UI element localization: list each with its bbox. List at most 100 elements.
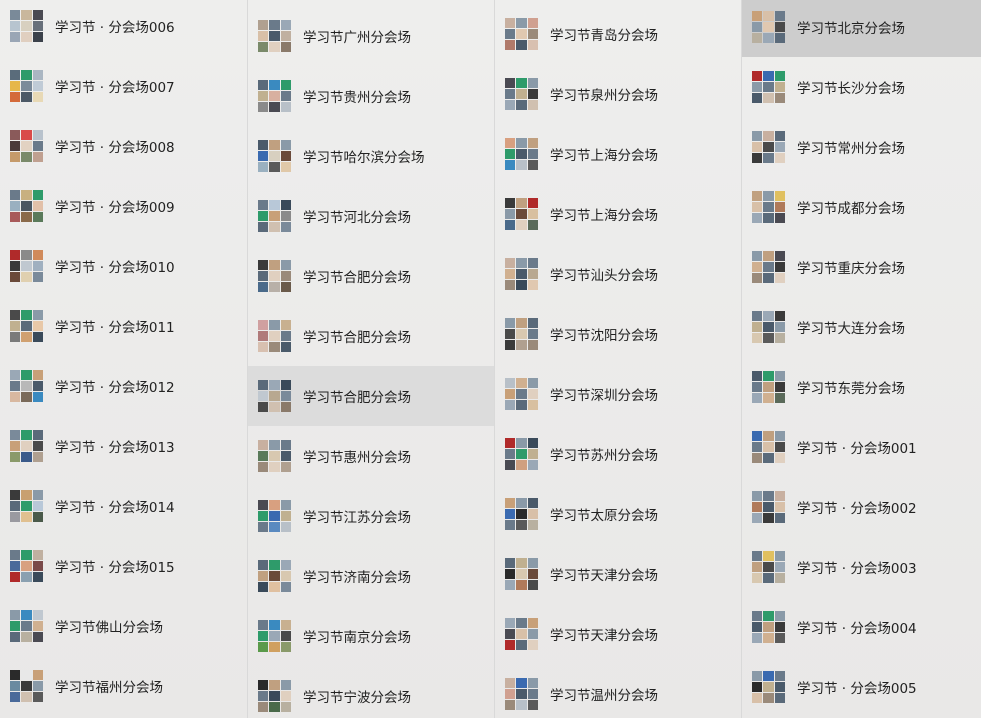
group-chat-item[interactable]: 学习节东莞分会场: [742, 357, 981, 417]
group-chat-item[interactable]: 学习节合肥分会场: [248, 306, 494, 366]
avatar-tile: [752, 370, 763, 381]
group-chat-name: 学习节东莞分会场: [797, 381, 905, 397]
avatar-tile: [21, 80, 32, 92]
group-chat-item[interactable]: 学习节佛山分会场: [0, 596, 246, 656]
group-chat-item[interactable]: 学习节南京分会场: [248, 606, 494, 666]
group-chat-item[interactable]: 学习节 · 分会场002: [742, 477, 981, 537]
avatar-tile: [774, 550, 785, 561]
avatar-tile: [516, 40, 527, 51]
avatar-tile: [527, 688, 538, 700]
avatar-tile: [774, 153, 785, 164]
group-chat-name: 学习节惠州分会场: [303, 450, 411, 466]
group-chat-item[interactable]: 学习节济南分会场: [248, 546, 494, 606]
group-chat-item[interactable]: 学习节 · 分会场005: [742, 657, 981, 717]
group-chat-item[interactable]: 学习节惠州分会场: [248, 426, 494, 486]
group-chat-item[interactable]: 学习节大连分会场: [742, 297, 981, 357]
group-chat-item[interactable]: 学习节泉州分会场: [495, 64, 741, 124]
avatar-tile: [505, 148, 516, 160]
avatar-tile: [280, 319, 291, 330]
avatar-tile: [774, 21, 785, 33]
avatar-tile: [516, 160, 527, 171]
avatar-tile: [269, 139, 280, 150]
group-chat-item[interactable]: 学习节深圳分会场: [495, 364, 741, 424]
avatar-tile: [527, 400, 538, 411]
group-chat-name: 学习节江苏分会场: [303, 510, 411, 526]
avatar-tile: [280, 199, 291, 210]
avatar-tile: [269, 630, 280, 642]
group-chat-item[interactable]: 学习节 · 分会场011: [0, 296, 246, 356]
group-chat-item[interactable]: 学习节宁波分会场: [248, 666, 494, 718]
group-chat-name: 学习节 · 分会场005: [797, 681, 917, 697]
avatar-tile: [763, 153, 774, 164]
group-chat-name: 学习节成都分会场: [797, 201, 905, 217]
group-chat-item[interactable]: 学习节 · 分会场004: [742, 597, 981, 657]
group-chat-item[interactable]: 学习节常州分会场: [742, 117, 981, 177]
group-chat-item[interactable]: 学习节天津分会场: [495, 544, 741, 604]
group-chat-item[interactable]: 学习节青岛分会场: [495, 4, 741, 64]
avatar-tile: [774, 490, 785, 501]
group-chat-item[interactable]: 学习节天津分会场: [495, 604, 741, 664]
group-chat-name: 学习节泉州分会场: [550, 88, 658, 104]
group-chat-name: 学习节沈阳分会场: [550, 328, 658, 344]
group-chat-item[interactable]: 学习节合肥分会场: [248, 366, 494, 426]
group-chat-item[interactable]: 学习节哈尔滨分会场: [248, 126, 494, 186]
avatar-tile: [280, 30, 291, 42]
avatar-tile: [10, 512, 21, 523]
avatar-tile: [280, 342, 291, 353]
group-chat-item[interactable]: 学习节 · 分会场001: [742, 417, 981, 477]
avatar-tile: [21, 332, 32, 343]
avatar-tile: [21, 69, 32, 80]
avatar-tile: [763, 70, 774, 81]
group-chat-item[interactable]: 学习节北京分会场: [742, 0, 981, 57]
avatar-tile: [258, 270, 269, 282]
group-chat-item[interactable]: 学习节 · 分会场015: [0, 536, 246, 596]
group-chat-item[interactable]: 学习节太原分会场: [495, 484, 741, 544]
group-chat-item[interactable]: 学习节沈阳分会场: [495, 304, 741, 364]
group-chat-item[interactable]: 学习节 · 分会场012: [0, 356, 246, 416]
avatar-tile: [527, 557, 538, 568]
group-chat-item[interactable]: 学习节成都分会场: [742, 177, 981, 237]
avatar-tile: [258, 630, 269, 642]
group-chat-item[interactable]: 学习节 · 分会场006: [0, 0, 246, 56]
avatar-tile: [752, 81, 763, 93]
avatar-tile: [774, 261, 785, 273]
group-chat-item[interactable]: 学习节苏州分会场: [495, 424, 741, 484]
group-chat-item[interactable]: 学习节长沙分会场: [742, 57, 981, 117]
avatar-tile: [32, 392, 43, 403]
group-chat-item[interactable]: 学习节福州分会场: [0, 656, 246, 716]
group-chat-item[interactable]: 学习节 · 分会场013: [0, 416, 246, 476]
avatar-tile: [10, 620, 21, 632]
group-avatar-icon: [752, 10, 785, 44]
group-chat-item[interactable]: 学习节贵州分会场: [248, 66, 494, 126]
group-chat-item[interactable]: 学习节 · 分会场008: [0, 116, 246, 176]
group-chat-item[interactable]: 学习节合肥分会场: [248, 246, 494, 306]
avatar-tile: [10, 272, 21, 283]
group-chat-item[interactable]: 学习节 · 分会场010: [0, 236, 246, 296]
group-chat-item[interactable]: 学习节江苏分会场: [248, 486, 494, 546]
avatar-tile: [32, 152, 43, 163]
avatar-tile: [763, 550, 774, 561]
group-chat-item[interactable]: 学习节温州分会场: [495, 664, 741, 718]
group-chat-item[interactable]: 学习节河北分会场: [248, 186, 494, 246]
group-chat-name: 学习节长沙分会场: [797, 81, 905, 97]
avatar-tile: [774, 321, 785, 333]
group-chat-item[interactable]: 学习节上海分会场: [495, 124, 741, 184]
avatar-tile: [505, 100, 516, 111]
group-chat-item[interactable]: 学习节重庆分会场: [742, 237, 981, 297]
avatar-tile: [32, 200, 43, 212]
group-chat-item[interactable]: 学习节上海分会场: [495, 184, 741, 244]
avatar-tile: [32, 212, 43, 223]
group-chat-item[interactable]: 学习节 · 分会场007: [0, 56, 246, 116]
group-chat-item[interactable]: 学习节广州分会场: [248, 6, 494, 66]
group-chat-item[interactable]: 学习节 · 分会场014: [0, 476, 246, 536]
avatar-tile: [505, 688, 516, 700]
avatar-tile: [269, 690, 280, 702]
avatar-tile: [516, 197, 527, 208]
avatar-tile: [258, 162, 269, 173]
group-chat-name: 学习节重庆分会场: [797, 261, 905, 277]
avatar-tile: [527, 700, 538, 711]
chat-list-grid: 学习节 · 分会场006 学习节 · 分会场007 学习节 · 分会场008 学习节 …: [0, 0, 981, 718]
group-chat-item[interactable]: 学习节 · 分会场009: [0, 176, 246, 236]
group-chat-item[interactable]: 学习节 · 分会场003: [742, 537, 981, 597]
group-chat-item[interactable]: 学习节汕头分会场: [495, 244, 741, 304]
